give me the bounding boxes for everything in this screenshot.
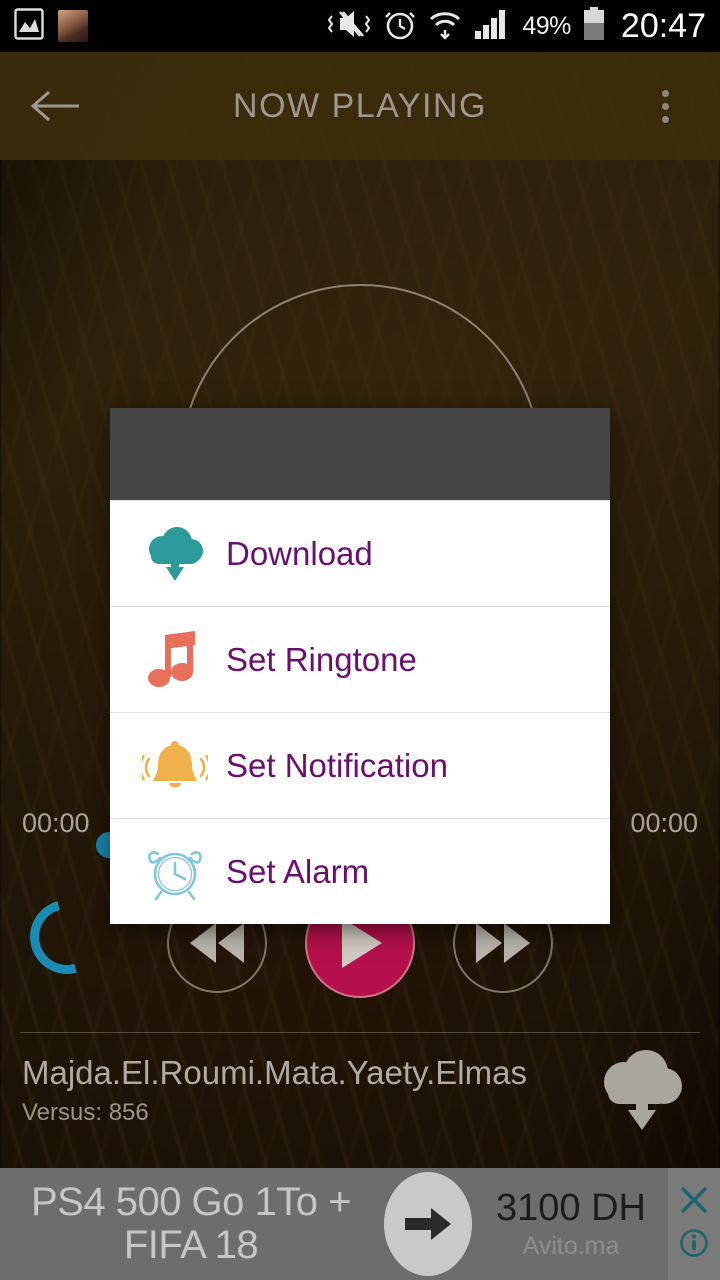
ad-headline-line2: FIFA 18 xyxy=(123,1223,259,1267)
more-vertical-icon xyxy=(661,89,669,123)
cloud-download-icon xyxy=(136,525,214,583)
close-icon[interactable] xyxy=(679,1185,709,1220)
dialog-item-label: Set Ringtone xyxy=(226,640,417,678)
dialog-item-download[interactable]: Download xyxy=(110,500,610,606)
phone-screen: 00:00 00:00 Majda.El.Roumi.Mata.Yaety.El… xyxy=(0,0,720,1280)
ad-price-block: 3100 DH Avito.ma xyxy=(474,1187,668,1261)
ad-source: Avito.ma xyxy=(522,1232,620,1260)
page-title: NOW PLAYING xyxy=(233,86,487,125)
play-icon xyxy=(342,918,382,968)
vibrate-mute-icon xyxy=(326,7,372,46)
arrow-right-icon xyxy=(405,1208,451,1240)
track-info: Majda.El.Roumi.Mata.Yaety.Elmas Versus: … xyxy=(22,1052,582,1127)
dialog-item-set-notification[interactable]: Set Notification xyxy=(110,712,610,818)
dialog-item-label: Set Alarm xyxy=(226,852,370,890)
dialog-item-label: Download xyxy=(226,534,373,572)
ad-cta-button[interactable] xyxy=(382,1172,474,1276)
music-note-icon xyxy=(136,630,214,689)
dialog-item-set-alarm[interactable]: Set Alarm xyxy=(110,818,610,924)
dialog-item-label: Set Notification xyxy=(226,746,448,784)
track-title: Majda.El.Roumi.Mata.Yaety.Elmas xyxy=(22,1054,527,1091)
overflow-menu-button[interactable] xyxy=(610,89,720,123)
rewind-icon xyxy=(190,923,244,963)
ad-actions xyxy=(668,1168,720,1280)
clock: 20:47 xyxy=(620,6,706,45)
bell-icon xyxy=(136,737,214,795)
image-icon xyxy=(14,7,44,45)
elapsed-time: 00:00 xyxy=(22,808,90,838)
dialog-item-set-ringtone[interactable]: Set Ringtone xyxy=(110,606,610,712)
download-track-button[interactable] xyxy=(594,1048,686,1139)
back-button[interactable] xyxy=(0,86,110,126)
cloud-download-icon xyxy=(604,1050,682,1130)
alarm-clock-icon xyxy=(384,7,416,46)
total-time: 00:00 xyxy=(630,808,698,838)
alarm-clock-icon xyxy=(136,841,214,903)
options-dialog: Download Set Ringtone Set Notification S… xyxy=(110,408,610,924)
signal-bars-icon xyxy=(474,8,510,45)
app-bar: NOW PLAYING xyxy=(0,52,720,160)
battery-icon xyxy=(583,6,605,46)
status-bar: 49% 20:47 xyxy=(0,0,720,52)
battery-percent: 49% xyxy=(522,11,571,40)
track-divider xyxy=(20,1032,700,1033)
info-icon[interactable] xyxy=(679,1228,709,1263)
dialog-header xyxy=(110,408,610,500)
wifi-icon xyxy=(428,8,462,45)
track-subtitle: Versus: 856 xyxy=(22,1099,149,1127)
back-arrow-icon xyxy=(30,90,79,122)
ad-banner[interactable]: PS4 500 Go 1To + FIFA 18 3100 DH Avito.m… xyxy=(0,1168,720,1280)
photo-thumbnail-icon xyxy=(58,10,88,42)
ad-price: 3100 DH xyxy=(496,1187,646,1229)
ad-headline: PS4 500 Go 1To + FIFA 18 xyxy=(0,1179,382,1267)
ad-headline-line1: PS4 500 Go 1To + xyxy=(30,1179,352,1224)
fast-forward-icon xyxy=(476,923,530,963)
